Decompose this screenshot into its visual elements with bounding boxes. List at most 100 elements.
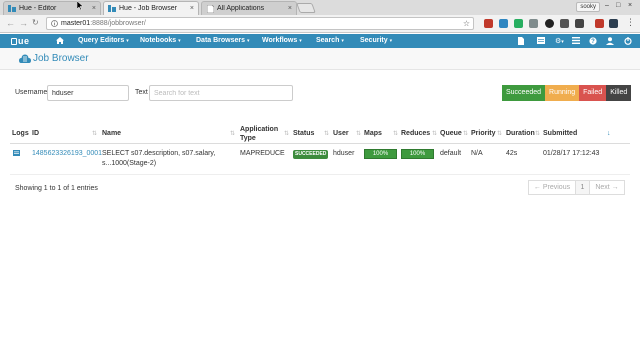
address-bar[interactable]: master01:8888/jobbrowser/ ☆ <box>46 17 474 30</box>
sort-desc-icon[interactable]: ↓ <box>607 130 611 137</box>
back-arrow-icon[interactable]: ← <box>6 18 15 28</box>
status-badge: SUCCEEDED <box>293 150 329 159</box>
maps-progress-bar: 100% <box>364 149 397 159</box>
minimize-icon[interactable]: – <box>605 2 609 9</box>
col-header-user[interactable]: User <box>333 129 349 138</box>
reduces-progress-bar: 100% <box>401 149 434 159</box>
current-page-button[interactable]: 1 <box>575 180 590 195</box>
filter-failed-button[interactable]: Failed <box>579 85 607 101</box>
extension-red-icon[interactable] <box>595 19 604 28</box>
username-input[interactable] <box>47 85 129 101</box>
nav-search[interactable]: Search ▾ <box>316 37 344 44</box>
tab-hue-editor[interactable]: Hue - Editor × <box>3 1 101 15</box>
extension-grey-icon[interactable] <box>529 19 538 28</box>
row-divider <box>10 174 630 175</box>
nav-notebooks[interactable]: Notebooks ▾ <box>140 37 181 44</box>
nav-workflows[interactable]: Workflows ▾ <box>262 37 302 44</box>
filter-running-button[interactable]: Running <box>545 85 580 101</box>
chevron-down-icon: ▾ <box>299 38 302 44</box>
col-header-queue[interactable]: Queue <box>440 129 462 138</box>
tab-all-applications[interactable]: All Applications × <box>201 1 297 15</box>
url-host: master01 <box>61 20 91 27</box>
reload-icon[interactable]: ↻ <box>32 18 39 27</box>
job-queue: default <box>440 150 462 157</box>
forward-arrow-icon[interactable]: → <box>19 18 28 28</box>
close-window-icon[interactable]: × <box>628 2 632 9</box>
page-favicon-icon <box>206 4 214 13</box>
next-page-button[interactable]: Next → <box>589 180 625 195</box>
hue-logo-mark <box>11 38 17 45</box>
nav-label: Search <box>316 37 340 44</box>
job-duration: 42s <box>506 150 518 157</box>
col-header-status[interactable]: Status <box>293 129 314 138</box>
chevron-down-icon: ▾ <box>126 38 129 44</box>
tab-close-icon[interactable]: × <box>190 5 194 12</box>
extension-icon[interactable] <box>609 19 618 28</box>
col-header-name[interactable]: Name <box>102 129 121 138</box>
help-icon[interactable]: ? <box>589 37 597 45</box>
browser-menu-icon[interactable]: ⋮ <box>626 17 635 28</box>
col-header-submitted[interactable]: Submitted <box>543 129 577 138</box>
col-header-application-type[interactable]: Application Type <box>240 125 280 143</box>
job-list-icon[interactable] <box>572 37 580 44</box>
col-header-logs[interactable]: Logs <box>12 129 29 138</box>
profile-user-chip[interactable]: sooky <box>576 2 600 12</box>
sort-icon: ⇅ <box>356 131 362 137</box>
hue-logo[interactable]: ue <box>11 36 30 46</box>
url-text: master01:8888/jobbrowser/ <box>61 20 146 27</box>
job-name: SELECT s07.description, s07.salary, s...… <box>102 150 216 167</box>
extension-icon[interactable] <box>560 19 569 28</box>
header-divider <box>10 143 630 144</box>
logout-icon[interactable] <box>624 37 632 45</box>
nav-query-editors[interactable]: Query Editors ▾ <box>78 37 129 44</box>
job-browser-logo-icon <box>19 54 31 63</box>
sort-icon: ⇅ <box>463 131 469 137</box>
nav-label: Data Browsers <box>196 37 246 44</box>
sort-icon: ⇅ <box>535 131 541 137</box>
bookmark-star-icon[interactable]: ☆ <box>463 19 470 28</box>
maximize-icon[interactable]: □ <box>616 2 620 9</box>
col-header-priority[interactable]: Priority <box>471 129 496 138</box>
filter-succeeded-button[interactable]: Succeeded <box>502 85 546 101</box>
reduces-progress-text: 100% <box>409 151 426 157</box>
tab-hue-job-browser[interactable]: Hue - Job Browser × <box>103 1 199 15</box>
col-header-duration[interactable]: Duration <box>506 129 535 138</box>
extension-green-icon[interactable] <box>514 19 523 28</box>
sort-icon: ⇅ <box>92 131 98 137</box>
job-submitted: 01/28/17 17:12:43 <box>543 150 600 157</box>
nav-label: Workflows <box>262 37 298 44</box>
col-header-id[interactable]: ID <box>32 129 39 138</box>
extension-blue-icon[interactable] <box>499 19 508 28</box>
job-id-link[interactable]: 1485623326193_0001 <box>32 149 102 159</box>
tab-close-icon[interactable]: × <box>92 5 96 12</box>
user-profile-icon[interactable] <box>606 37 614 45</box>
extension-dark-icon[interactable] <box>545 19 554 28</box>
col-header-reduces[interactable]: Reduces <box>401 129 430 138</box>
table-info: Showing 1 to 1 of 1 entries <box>15 185 98 192</box>
tab-title: Hue - Job Browser <box>119 5 177 12</box>
new-tab-button[interactable] <box>296 3 316 13</box>
home-icon[interactable] <box>56 37 64 44</box>
app-header: Job Browser <box>0 48 640 70</box>
settings-gear-icon[interactable]: ⚙▾ <box>555 37 564 45</box>
tab-close-icon[interactable]: × <box>288 5 292 12</box>
chevron-down-icon: ▾ <box>341 38 344 44</box>
logs-icon[interactable] <box>13 150 20 156</box>
previous-page-button[interactable]: ← Previous <box>528 180 576 195</box>
job-priority: N/A <box>471 150 483 157</box>
table-browser-icon[interactable] <box>537 37 545 44</box>
filter-killed-button[interactable]: Killed <box>606 85 632 101</box>
nav-data-browsers[interactable]: Data Browsers ▾ <box>196 37 250 44</box>
browser-toolbar: ← → ↻ master01:8888/jobbrowser/ ☆ ⋮ <box>0 15 640 33</box>
pocket-extension-icon[interactable] <box>484 19 493 28</box>
nav-label: Query Editors <box>78 37 125 44</box>
col-header-maps[interactable]: Maps <box>364 129 382 138</box>
chevron-down-icon: ▾ <box>178 38 181 44</box>
file-browser-icon[interactable] <box>518 37 524 45</box>
extension-icon[interactable] <box>575 19 584 28</box>
text-search-input[interactable] <box>149 85 293 101</box>
page-title: Job Browser <box>33 53 89 64</box>
nav-security[interactable]: Security ▾ <box>360 37 392 44</box>
hue-logo-text: ue <box>18 36 30 46</box>
tab-title: All Applications <box>217 5 265 12</box>
